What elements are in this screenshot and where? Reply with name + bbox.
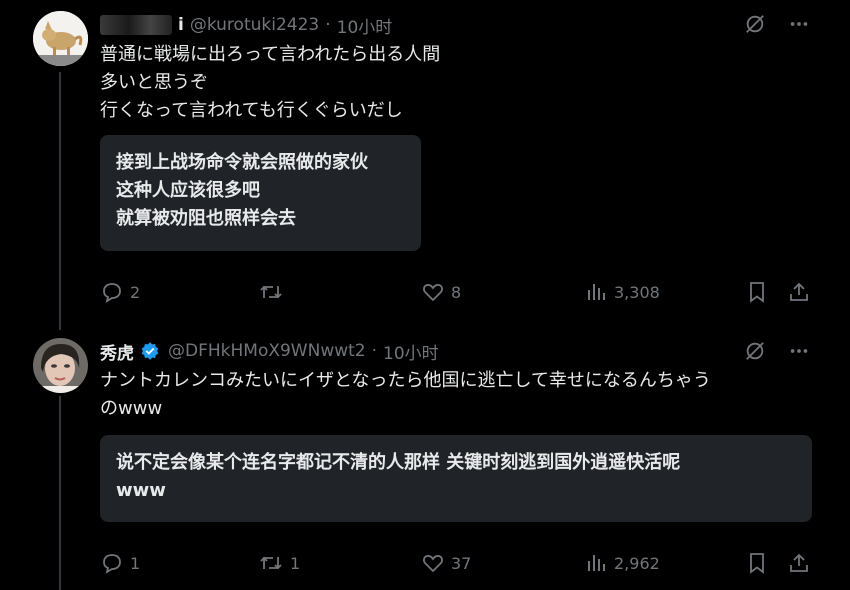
post-text: 普通に戦場に出ろって言われたら出る人間 多いと思うぞ 行くなって言われても行くぐ… <box>100 41 812 125</box>
repost-icon <box>260 556 282 570</box>
share-button[interactable] <box>787 551 811 575</box>
like-button[interactable]: 37 <box>421 551 471 575</box>
user-handle[interactable]: @DFHkHMoX9WNwwt2 <box>168 341 366 361</box>
translation-box: 说不定会像某个连名字都记不清的人那样 关键时刻逃到国外逍遥快活呢 www <box>100 435 812 522</box>
display-name[interactable]: 秀虎 <box>100 339 134 364</box>
views-icon <box>588 284 605 300</box>
view-count: 2,962 <box>614 553 660 573</box>
separator-dot: · <box>371 341 378 361</box>
post-header: i @kurotuki2423 · 10小时 <box>100 12 392 38</box>
bookmark-button[interactable] <box>745 280 769 304</box>
like-count: 37 <box>451 553 472 573</box>
more-icon[interactable] <box>788 13 810 35</box>
repost-count: 1 <box>290 553 301 573</box>
separator-dot: · <box>325 15 331 35</box>
post-top-icons <box>744 13 810 35</box>
post-header: 秀虎 @DFHkHMoX9WNwwt2 · 10小时 <box>100 338 439 364</box>
reply-icon <box>103 554 121 574</box>
heart-icon <box>423 284 443 302</box>
share-icon <box>790 282 808 301</box>
translation-line: 说不定会像某个连名字都记不清的人那样 关键时刻逃到国外逍遥快活呢 <box>116 452 681 473</box>
avatar-image <box>33 338 88 393</box>
view-count: 3,308 <box>614 282 660 302</box>
translation-line: 接到上战场命令就会照做的家伙 <box>116 152 368 173</box>
like-count: 8 <box>451 282 462 302</box>
user-handle[interactable]: @kurotuki2423 <box>190 15 319 35</box>
post-line: ナントカレンコみたいにイザとなったら他国に逃亡して幸せになるんちゃう <box>100 370 711 391</box>
avatar-image <box>33 11 88 66</box>
repost-button[interactable] <box>258 280 290 304</box>
reply-count: 1 <box>130 553 141 573</box>
share-icon <box>790 553 808 572</box>
repost-icon <box>260 285 282 299</box>
share-button[interactable] <box>787 280 811 304</box>
views-icon <box>588 555 605 571</box>
thread-line-top <box>59 72 61 330</box>
post-line: 普通に戦場に出ろって言われたら出る人間 <box>100 44 441 65</box>
views-button[interactable]: 2,962 <box>584 551 660 575</box>
reply-count: 2 <box>130 282 141 302</box>
avatar[interactable] <box>33 338 88 393</box>
action-bar: 1 1 37 2,962 <box>100 548 812 578</box>
post-line: 多いと思うぞ <box>100 72 208 93</box>
reply-button[interactable]: 1 <box>100 551 140 575</box>
repost-button[interactable]: 1 <box>258 551 300 575</box>
bookmark-icon <box>750 282 764 303</box>
bookmark-icon <box>750 553 764 574</box>
name-redacted <box>100 15 172 35</box>
translation-line: 这种人应该很多吧 <box>116 180 260 201</box>
avatar[interactable] <box>33 11 88 66</box>
thread-line-bottom <box>59 396 61 590</box>
timestamp[interactable]: 10小时 <box>383 339 439 364</box>
post-line: 行くなって言われても行くぐらいだし <box>100 100 403 121</box>
grok-icon[interactable] <box>744 340 766 362</box>
translation-line: www <box>116 480 166 501</box>
views-button[interactable]: 3,308 <box>584 280 660 304</box>
translation-line: 就算被劝阻也照样会去 <box>116 208 296 229</box>
post-line: のwww <box>100 398 163 419</box>
more-icon[interactable] <box>788 340 810 362</box>
bookmark-button[interactable] <box>745 551 769 575</box>
post-top-icons <box>744 340 810 362</box>
post-text: ナントカレンコみたいにイザとなったら他国に逃亡して幸せになるんちゃう のwww <box>100 367 812 423</box>
translation-box: 接到上战场命令就会照做的家伙 这种人应该很多吧 就算被劝阻也照样会去 <box>100 135 421 251</box>
display-name[interactable]: i <box>178 15 184 35</box>
reply-button[interactable]: 2 <box>100 280 140 304</box>
reply-icon <box>103 283 121 303</box>
action-bar: 2 8 3,308 <box>100 277 812 307</box>
timestamp[interactable]: 10小时 <box>337 13 393 38</box>
grok-icon[interactable] <box>744 13 766 35</box>
heart-icon <box>423 555 443 573</box>
like-button[interactable]: 8 <box>421 280 461 304</box>
verified-badge-icon <box>140 341 160 361</box>
